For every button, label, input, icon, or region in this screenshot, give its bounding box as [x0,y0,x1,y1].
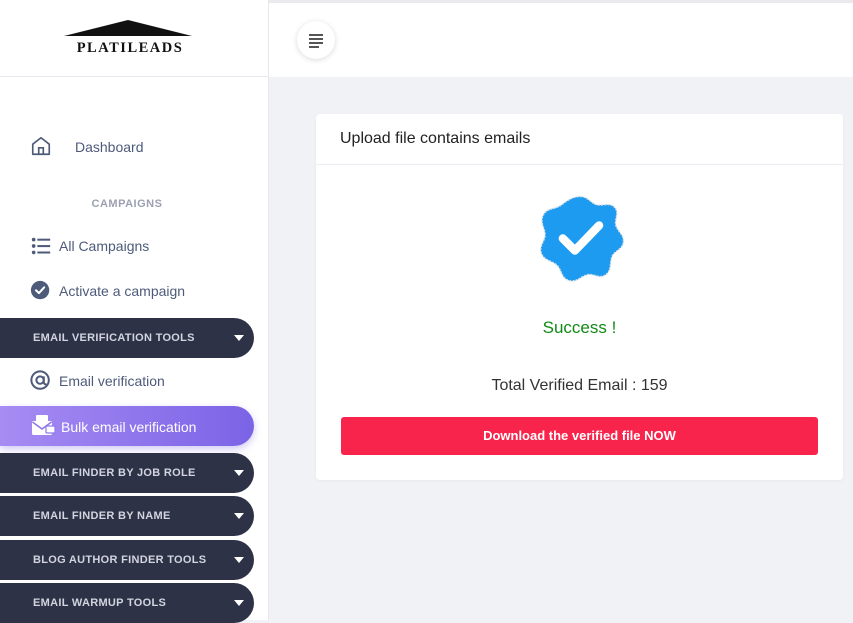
caret-down-icon [234,600,244,606]
caret-down-icon [234,470,244,476]
sidebar-item-label: Email verification [59,373,165,389]
sidebar-group-label: EMAIL FINDER BY NAME [33,510,171,522]
sidebar-group-email-warmup[interactable]: EMAIL WARMUP TOOLS [0,583,254,623]
logo-roof-icon [64,20,192,36]
sidebar: PLATILEADS Dashboard CAMPAIGNS All Campa… [0,0,269,623]
caret-down-icon [234,335,244,341]
sidebar-group-label: EMAIL WARMUP TOOLS [33,597,167,609]
card-header: Upload file contains emails [316,114,843,165]
sidebar-group-email-finder-name[interactable]: EMAIL FINDER BY NAME [0,496,254,536]
sidebar-item-label: Bulk email verification [61,419,197,435]
list-icon [31,237,51,255]
sidebar-item-label: Activate a campaign [59,283,186,299]
sidebar-item-label: All Campaigns [59,238,150,254]
check-circle-icon [30,280,50,300]
mail-stack-icon [32,415,56,435]
home-icon [31,136,51,156]
caret-down-icon [234,513,244,519]
total-verified-label: Total Verified Email : [491,377,637,394]
sidebar-item-bulk-email-verification[interactable]: Bulk email verification [0,406,254,446]
verified-badge-icon [540,195,625,282]
brand-logo[interactable]: PLATILEADS [64,20,196,60]
upload-result-card: Upload file contains emails Success ! To… [316,114,843,480]
sidebar-item-all-campaigns[interactable]: All Campaigns [0,228,269,264]
sidebar-group-blog-author-finder[interactable]: BLOG AUTHOR FINDER TOOLS [0,540,254,580]
sidebar-item-activate-campaign[interactable]: Activate a campaign [0,273,269,309]
menu-toggle-button[interactable] [297,21,335,59]
sidebar-group-label: EMAIL VERIFICATION TOOLS [33,332,195,344]
at-icon [30,370,50,390]
sidebar-group-email-verification-tools[interactable]: EMAIL VERIFICATION TOOLS [0,318,254,358]
section-title-campaigns: CAMPAIGNS [91,198,163,210]
sidebar-item-dashboard[interactable]: Dashboard [0,129,269,165]
caret-down-icon [234,557,244,563]
brand-name: PLATILEADS [76,40,184,56]
menu-icon [309,34,323,36]
sidebar-item-label: Dashboard [75,139,144,155]
card-title: Upload file contains emails [340,130,531,147]
sidebar-group-email-finder-job-role[interactable]: EMAIL FINDER BY JOB ROLE [0,453,254,493]
total-verified-email: Total Verified Email : 159 [316,377,843,395]
sidebar-group-label: BLOG AUTHOR FINDER TOOLS [33,554,207,566]
sidebar-group-label: EMAIL FINDER BY JOB ROLE [33,467,196,479]
top-bar [269,3,853,77]
logo-area: PLATILEADS [0,3,269,77]
total-verified-count: 159 [640,377,668,394]
download-verified-file-button[interactable]: Download the verified file NOW [341,417,818,455]
sidebar-item-email-verification[interactable]: Email verification [0,363,269,399]
success-message: Success ! [542,318,617,337]
